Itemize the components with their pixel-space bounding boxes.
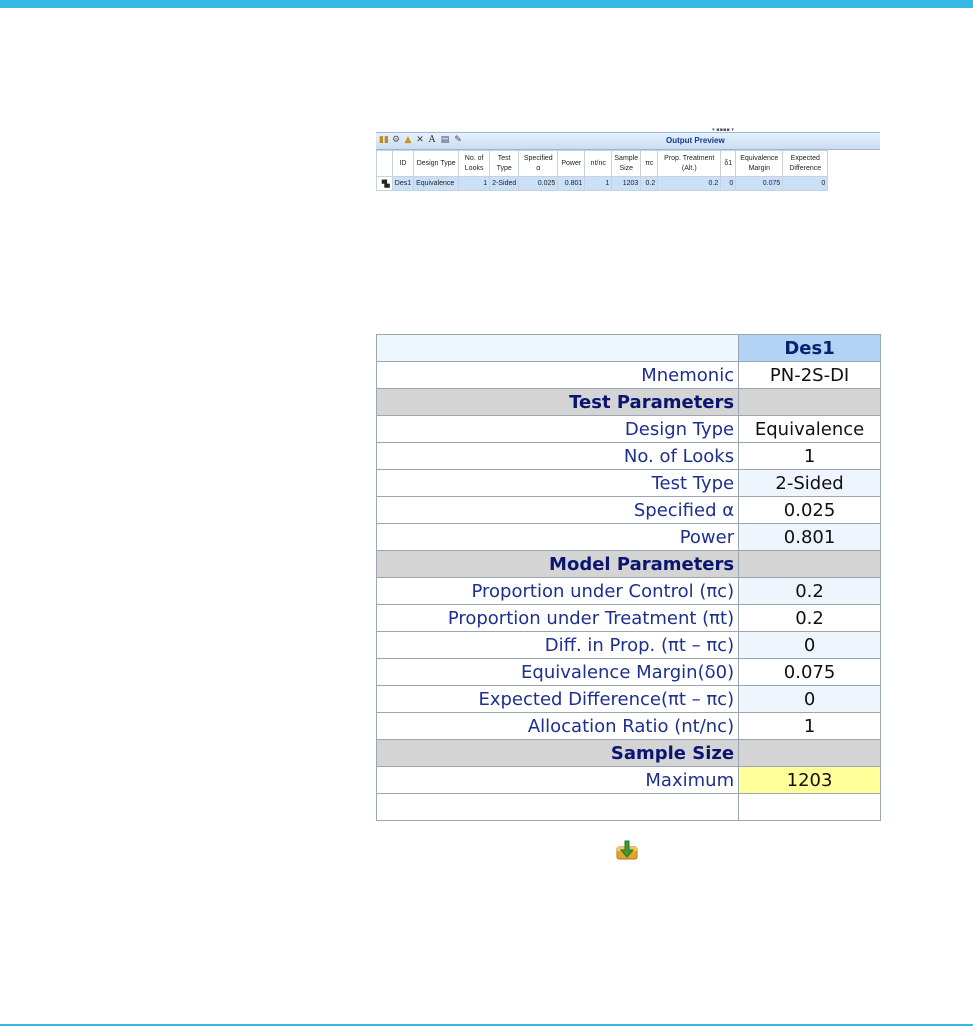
table-cell: 2-Sided [489, 176, 520, 191]
table-cell: Des1 [391, 176, 415, 191]
table-cell: 1 [458, 176, 491, 191]
table-tail [738, 793, 881, 821]
table-tail-row [375, 793, 881, 821]
table-row: Diff. in Prop. (πt – πc) 0 [375, 631, 881, 659]
col-header[interactable]: ID [391, 150, 415, 177]
section-title-model-parameters: Model Parameters [375, 550, 740, 578]
section-filler [738, 550, 881, 578]
col-header[interactable]: Prop. Treatment (Alt.) [657, 150, 722, 177]
output-preview-panel: ▾ ▪▪▪▪ ▾ ▮▮ ⚙ ▲ ✕ A ▤ ✎ Output Preview I… [376, 128, 880, 200]
row-label: No. of Looks [375, 442, 740, 470]
mnemonic-value: PN-2S-DI [738, 361, 881, 389]
row-value: 0.075 [738, 658, 881, 686]
bottom-accent-line [0, 1024, 973, 1026]
table-cell: Equivalence [413, 176, 460, 191]
top-accent-bar [0, 0, 973, 8]
row-value: 1 [738, 712, 881, 740]
row-value: 0 [738, 631, 881, 659]
font-icon[interactable]: A [427, 135, 437, 146]
col-header[interactable]: Equivalence Margin [735, 150, 784, 177]
row-label: Allocation Ratio (nt/nc) [375, 712, 740, 740]
row-chart-icon[interactable]: ▝▙ [376, 176, 393, 191]
row-marker-header [376, 150, 393, 177]
row-value: 0.2 [738, 604, 881, 632]
section-header: Sample Size [375, 739, 881, 767]
row-label: Maximum [375, 766, 740, 794]
table-row: Proportion under Control (πc) 0.2 [375, 577, 881, 605]
summary-header-row: Des1 [375, 334, 881, 362]
table-row: Allocation Ratio (nt/nc) 1 [375, 712, 881, 740]
row-value: 0.801 [738, 523, 881, 551]
output-preview-title: Output Preview [666, 136, 725, 145]
save-to-library-icon[interactable] [614, 836, 640, 862]
row-label: Diff. in Prop. (πt – πc) [375, 631, 740, 659]
table-cell: 0.025 [518, 176, 559, 191]
row-value: Equivalence [738, 415, 881, 443]
col-header[interactable]: Sample Size [611, 150, 642, 177]
columns-icon[interactable]: ▮▮ [379, 135, 389, 146]
table-row: Equivalence Margin(δ0) 0.075 [375, 658, 881, 686]
row-label: Mnemonic [375, 361, 740, 389]
row-label: Equivalence Margin(δ0) [375, 658, 740, 686]
row-value: 1 [738, 442, 881, 470]
row-label: Design Type [375, 415, 740, 443]
col-header[interactable]: δ1 [720, 150, 737, 177]
table-row: Power 0.801 [375, 523, 881, 551]
header-blank-cell [375, 334, 740, 362]
table-cell: 0.2 [657, 176, 722, 191]
preview-header-row: ID Design Type No. of Looks Test Type Sp… [376, 150, 829, 177]
table-row: Expected Difference(πt – πc) 0 [375, 685, 881, 713]
details-icon[interactable]: ✎ [453, 135, 463, 146]
table-cell: 1203 [611, 176, 642, 191]
row-label: Power [375, 523, 740, 551]
section-header: Test Parameters [375, 388, 881, 416]
table-tail [375, 793, 740, 821]
col-header[interactable]: Power [557, 150, 586, 177]
table-row[interactable]: ▝▙ Des1 Equivalence 1 2-Sided 0.025 0.80… [376, 176, 829, 191]
col-header[interactable]: nt/nc [584, 150, 613, 177]
row-value: 0.2 [738, 577, 881, 605]
col-header[interactable]: Test Type [489, 150, 520, 177]
col-header[interactable]: No. of Looks [458, 150, 491, 177]
table-cell: 0 [720, 176, 737, 191]
col-header[interactable]: Design Type [413, 150, 460, 177]
row-label: Specified α [375, 496, 740, 524]
output-preview-table: ID Design Type No. of Looks Test Type Sp… [376, 150, 829, 191]
table-row: Test Type 2-Sided [375, 469, 881, 497]
table-cell: 0.2 [640, 176, 659, 191]
section-header: Model Parameters [375, 550, 881, 578]
print-icon[interactable]: ▤ [440, 135, 450, 146]
section-title-test-parameters: Test Parameters [375, 388, 740, 416]
table-row: Specified α 0.025 [375, 496, 881, 524]
table-row: Proportion under Treatment (πt) 0.2 [375, 604, 881, 632]
row-label: Proportion under Control (πc) [375, 577, 740, 605]
section-filler [738, 388, 881, 416]
design-summary-table: Des1 Mnemonic PN-2S-DI Test Parameters D… [375, 334, 881, 821]
save-icon[interactable]: ▲ [403, 135, 413, 146]
col-header[interactable]: Expected Difference [782, 150, 829, 177]
table-cell: 1 [584, 176, 613, 191]
design-column-header: Des1 [738, 334, 881, 362]
table-row: Mnemonic PN-2S-DI [375, 361, 881, 389]
row-label: Proportion under Treatment (πt) [375, 604, 740, 632]
table-cell: 0.075 [735, 176, 784, 191]
row-value: 2-Sided [738, 469, 881, 497]
table-cell: 0 [782, 176, 829, 191]
table-row: Design Type Equivalence [375, 415, 881, 443]
row-value: 0.025 [738, 496, 881, 524]
maximum-sample-size-value: 1203 [738, 766, 881, 794]
row-label: Test Type [375, 469, 740, 497]
settings-icon[interactable]: ⚙ [391, 135, 401, 146]
section-filler [738, 739, 881, 767]
col-header[interactable]: πc [640, 150, 659, 177]
table-row: No. of Looks 1 [375, 442, 881, 470]
col-header[interactable]: Specified α [518, 150, 559, 177]
table-row: Maximum 1203 [375, 766, 881, 794]
row-value: 0 [738, 685, 881, 713]
table-cell: 0.801 [557, 176, 586, 191]
delete-icon[interactable]: ✕ [415, 135, 425, 146]
row-label: Expected Difference(πt – πc) [375, 685, 740, 713]
output-preview-toolbar: ▮▮ ⚙ ▲ ✕ A ▤ ✎ Output Preview [376, 132, 880, 150]
section-title-sample-size: Sample Size [375, 739, 740, 767]
